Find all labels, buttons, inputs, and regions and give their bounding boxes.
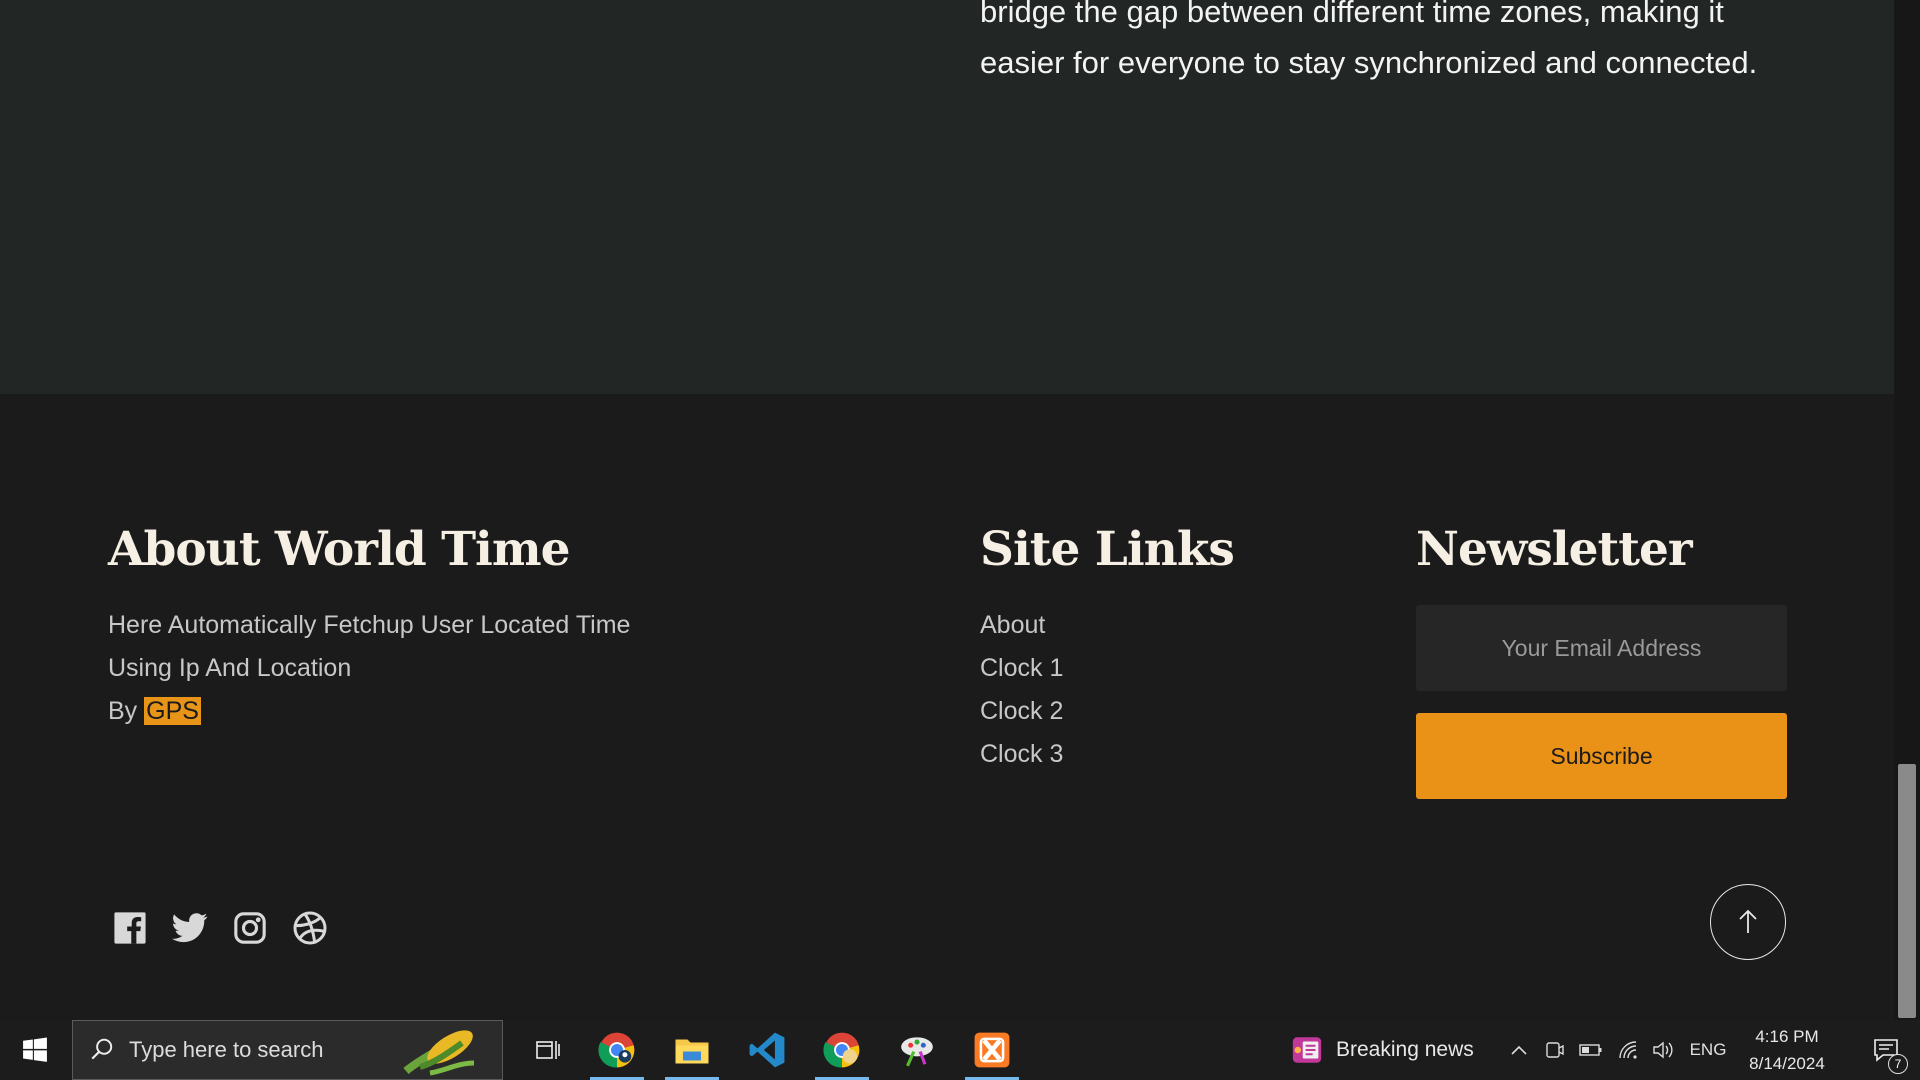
footer: About World Time Here Automatically Fetc…	[0, 394, 1894, 1020]
by-prefix: By	[108, 697, 145, 725]
newsletter-title: Newsletter	[1416, 522, 1693, 577]
site-link-about[interactable]: About	[980, 604, 1063, 647]
email-input[interactable]	[1416, 605, 1787, 691]
show-hidden-icons-chevron-icon[interactable]	[1504, 1020, 1534, 1080]
site-link-clock-2[interactable]: Clock 2	[980, 690, 1063, 733]
corn-illustration-icon	[403, 1030, 475, 1076]
news-icon	[1292, 1037, 1322, 1063]
chrome-icon[interactable]	[586, 1020, 648, 1080]
search-icon	[91, 1038, 113, 1060]
about-title: About World Time	[108, 522, 571, 577]
page-scrollbar[interactable]	[1894, 0, 1920, 1020]
chrome-profile-icon[interactable]	[811, 1020, 873, 1080]
twitter-icon[interactable]	[170, 908, 210, 948]
site-links-list: About Clock 1 Clock 2 Clock 3	[980, 604, 1063, 776]
windows-taskbar: Type here to search Breaking news ENG 4:…	[0, 1020, 1920, 1080]
about-description: Here Automatically Fetchup User Located …	[108, 604, 668, 733]
notification-center-button[interactable]: 7	[1856, 1020, 1916, 1080]
file-explorer-icon[interactable]	[661, 1020, 723, 1080]
search-placeholder: Type here to search	[129, 1037, 324, 1062]
about-line-2: Using Ip And Location	[108, 654, 352, 682]
scrollbar-thumb[interactable]	[1898, 764, 1916, 1018]
content-section: bridge the gap between different time zo…	[0, 0, 1894, 394]
subscribe-button[interactable]: Subscribe	[1416, 713, 1787, 799]
meet-now-icon[interactable]	[1540, 1020, 1570, 1080]
volume-icon[interactable]	[1648, 1020, 1678, 1080]
language-indicator[interactable]: ENG	[1686, 1020, 1730, 1080]
xampp-icon[interactable]	[961, 1020, 1023, 1080]
vscode-icon[interactable]	[736, 1020, 798, 1080]
site-link-clock-3[interactable]: Clock 3	[980, 733, 1063, 776]
site-links-title: Site Links	[980, 522, 1235, 577]
task-view-icon	[536, 1041, 560, 1059]
gps-highlight: GPS	[144, 697, 201, 725]
dribbble-icon[interactable]	[290, 908, 330, 948]
facebook-icon[interactable]	[110, 908, 150, 948]
section-paragraph: bridge the gap between different time zo…	[980, 0, 1758, 80]
notification-count-badge: 7	[1888, 1054, 1908, 1074]
taskbar-search[interactable]: Type here to search	[72, 1020, 503, 1080]
windows-logo-icon	[23, 1037, 47, 1062]
start-button[interactable]	[0, 1020, 70, 1080]
page: bridge the gap between different time zo…	[0, 0, 1920, 1080]
about-by-line: By GPS	[108, 690, 668, 733]
news-label: Breaking news	[1336, 1038, 1474, 1061]
back-to-top-button[interactable]	[1710, 884, 1786, 960]
clock-date: 8/14/2024	[1749, 1054, 1825, 1073]
social-links	[110, 908, 330, 948]
news-widget[interactable]: Breaking news	[1290, 1020, 1474, 1080]
paint-icon[interactable]	[886, 1020, 948, 1080]
arrow-up-icon	[1739, 909, 1757, 933]
clock-time: 4:16 PM	[1755, 1027, 1819, 1046]
about-line-1: Here Automatically Fetchup User Located …	[108, 611, 631, 639]
site-link-clock-1[interactable]: Clock 1	[980, 647, 1063, 690]
taskbar-clock[interactable]: 4:16 PM 8/14/2024	[1738, 1020, 1836, 1080]
task-view-button[interactable]	[520, 1020, 576, 1080]
battery-icon[interactable]	[1576, 1020, 1606, 1080]
wifi-icon[interactable]	[1614, 1020, 1644, 1080]
instagram-icon[interactable]	[230, 908, 270, 948]
